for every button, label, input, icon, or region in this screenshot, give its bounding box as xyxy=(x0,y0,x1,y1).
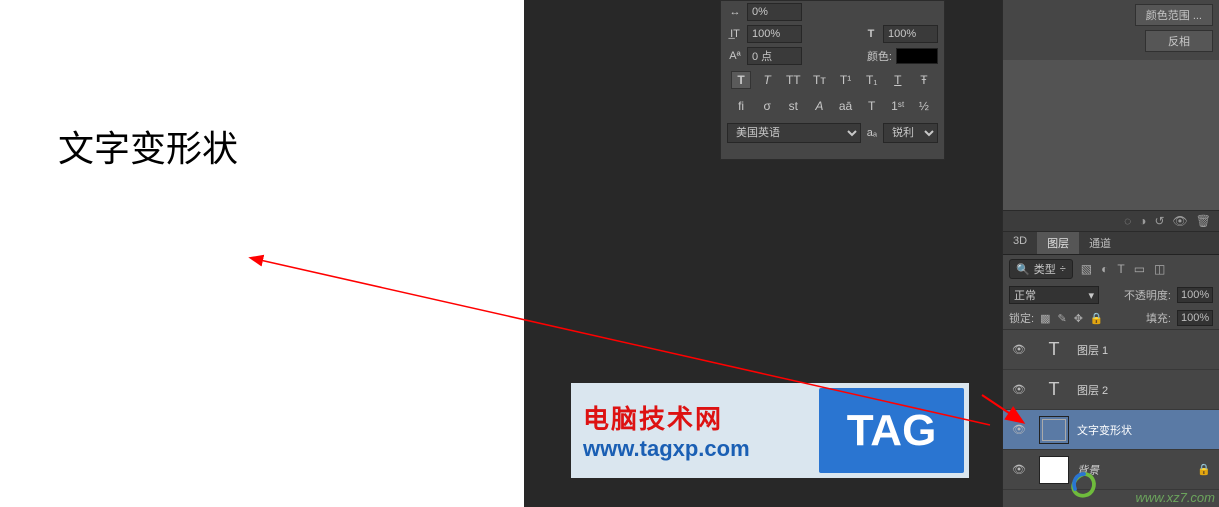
shape-layer-thumb xyxy=(1039,416,1069,444)
contextual-alt-button[interactable]: σ xyxy=(757,97,777,115)
subscript-button[interactable]: T₁ xyxy=(862,71,882,89)
clip-icon[interactable]: ◌ xyxy=(1124,214,1131,228)
layer-name: 图层 1 xyxy=(1077,342,1215,358)
baseline-shift-icon: Aª xyxy=(727,48,743,64)
filter-type-icon[interactable]: T xyxy=(1117,262,1124,276)
credit-text: www.xz7.com xyxy=(1136,490,1215,505)
filter-kind-select[interactable]: 🔍 类型 ÷ xyxy=(1009,259,1073,279)
lock-all-icon[interactable]: 🔒 xyxy=(1090,312,1104,325)
horizontal-scale-input[interactable] xyxy=(883,25,938,43)
tracking-icon: ↔ xyxy=(727,4,743,20)
filter-adjust-icon[interactable]: ◐ xyxy=(1101,262,1108,276)
invert-button[interactable]: 反相 xyxy=(1145,30,1213,52)
faux-italic-button[interactable]: T xyxy=(757,71,777,89)
lock-row: 锁定: ▩ ✎ ✥ 🔒 填充: 100% xyxy=(1003,307,1219,329)
layers-list: 👁 T 图层 1 👁 T 图层 2 👁 文字变形状 👁 背景 🔒 xyxy=(1003,329,1219,490)
superscript-button[interactable]: T¹ xyxy=(836,71,856,89)
text-color-swatch[interactable] xyxy=(896,48,938,64)
filter-smart-icon[interactable]: ◫ xyxy=(1154,262,1165,276)
lock-transparent-icon[interactable]: ▩ xyxy=(1040,312,1050,325)
small-caps-button[interactable]: Tᴛ xyxy=(809,71,829,89)
layer-row-3-selected[interactable]: 👁 文字变形状 xyxy=(1003,410,1219,450)
trash-icon[interactable]: 🗑 xyxy=(1196,214,1211,228)
document-canvas-area: 文字变形状 xyxy=(0,0,524,507)
canvas-text-object[interactable]: 文字变形状 xyxy=(58,120,238,172)
layers-tab-bar: 3D 图层 通道 xyxy=(1003,232,1219,255)
titling-alt-button[interactable]: T xyxy=(862,97,882,115)
tab-3d[interactable]: 3D xyxy=(1003,232,1037,254)
tracking-input[interactable] xyxy=(747,3,802,21)
eye-icon[interactable]: 👁 xyxy=(1012,343,1026,356)
fractions-button[interactable]: ½ xyxy=(914,97,934,115)
blend-mode-row: 正常▾ 不透明度: 100% xyxy=(1003,283,1219,307)
right-panel-area: 颜色范围 ... 反相 ◌ ◑ ↺ 👁 🗑 3D 图层 通道 🔍 类型 ÷ ▧ … xyxy=(1002,0,1219,507)
type-layer-thumb: T xyxy=(1039,336,1069,364)
opacity-input[interactable]: 100% xyxy=(1177,287,1213,303)
character-panel: ↔ I̲T T Aª 颜色: T T TT Tᴛ T¹ T₁ T Ŧ fi σ … xyxy=(720,0,945,160)
underline-button[interactable]: T xyxy=(888,71,908,89)
lock-position-icon[interactable]: ✥ xyxy=(1074,312,1083,325)
swash-button[interactable]: A xyxy=(809,97,829,115)
layer-row-2[interactable]: 👁 T 图层 2 xyxy=(1003,370,1219,410)
baseline-shift-input[interactable] xyxy=(747,47,802,65)
watermark-url: www.tagxp.com xyxy=(583,436,819,462)
lock-label: 锁定: xyxy=(1009,310,1034,326)
layer-filter-row: 🔍 类型 ÷ ▧ ◐ T ▭ ◫ xyxy=(1003,255,1219,283)
tab-layers[interactable]: 图层 xyxy=(1037,232,1079,254)
fill-label: 填充: xyxy=(1146,310,1171,326)
all-caps-button[interactable]: TT xyxy=(783,71,803,89)
dropdown-icon: ÷ xyxy=(1060,263,1066,275)
layer-name: 文字变形状 xyxy=(1077,422,1215,438)
view-icon[interactable]: ◑ xyxy=(1139,214,1146,228)
stylistic-alt-button[interactable]: aā xyxy=(836,97,856,115)
lock-icon: 🔒 xyxy=(1197,463,1215,476)
search-icon: 🔍 xyxy=(1016,263,1030,276)
discretionary-lig-button[interactable]: st xyxy=(783,97,803,115)
type-layer-thumb: T xyxy=(1039,376,1069,404)
color-label: 颜色: xyxy=(867,48,892,64)
strikethrough-button[interactable]: Ŧ xyxy=(914,71,934,89)
filter-pixel-icon[interactable]: ▧ xyxy=(1081,262,1092,276)
vertical-scale-icon: I̲T xyxy=(727,26,743,42)
ordinals-button[interactable]: 1ˢᵗ xyxy=(888,97,908,115)
fill-input[interactable]: 100% xyxy=(1177,310,1213,326)
watermark-title: 电脑技术网 xyxy=(583,399,819,436)
layer-row-4-background[interactable]: 👁 背景 🔒 xyxy=(1003,450,1219,490)
horizontal-scale-icon: T xyxy=(863,26,879,42)
layer-row-1[interactable]: 👁 T 图层 1 xyxy=(1003,330,1219,370)
antialias-icon: aₐ xyxy=(867,127,877,139)
ligatures-button[interactable]: fi xyxy=(731,97,751,115)
panel-footer-icons: ◌ ◑ ↺ 👁 🗑 xyxy=(1003,210,1219,232)
watermark-banner: 电脑技术网 www.tagxp.com TAG xyxy=(571,383,969,478)
credit-swirl-icon xyxy=(1069,471,1099,501)
language-select[interactable]: 美国英语 xyxy=(727,123,861,143)
lock-pixels-icon[interactable]: ✎ xyxy=(1057,312,1066,325)
color-range-button[interactable]: 颜色范围 ... xyxy=(1135,4,1213,26)
eye-icon[interactable]: 👁 xyxy=(1012,383,1026,396)
eye-icon[interactable]: 👁 xyxy=(1012,423,1026,436)
eye-icon[interactable]: 👁 xyxy=(1012,463,1026,476)
background-thumb xyxy=(1039,456,1069,484)
opacity-label: 不透明度: xyxy=(1124,287,1171,303)
blend-mode-select[interactable]: 正常▾ xyxy=(1009,286,1099,304)
layer-name: 图层 2 xyxy=(1077,382,1215,398)
visibility-icon[interactable]: 👁 xyxy=(1173,214,1188,228)
vertical-scale-input[interactable] xyxy=(747,25,802,43)
reset-icon[interactable]: ↺ xyxy=(1154,214,1164,228)
filter-shape-icon[interactable]: ▭ xyxy=(1134,262,1145,276)
tab-channels[interactable]: 通道 xyxy=(1079,232,1121,254)
antialias-select[interactable]: 锐利 xyxy=(883,123,938,143)
faux-bold-button[interactable]: T xyxy=(731,71,751,89)
watermark-tag-badge: TAG xyxy=(819,388,964,473)
adjustments-empty-area xyxy=(1003,60,1219,210)
